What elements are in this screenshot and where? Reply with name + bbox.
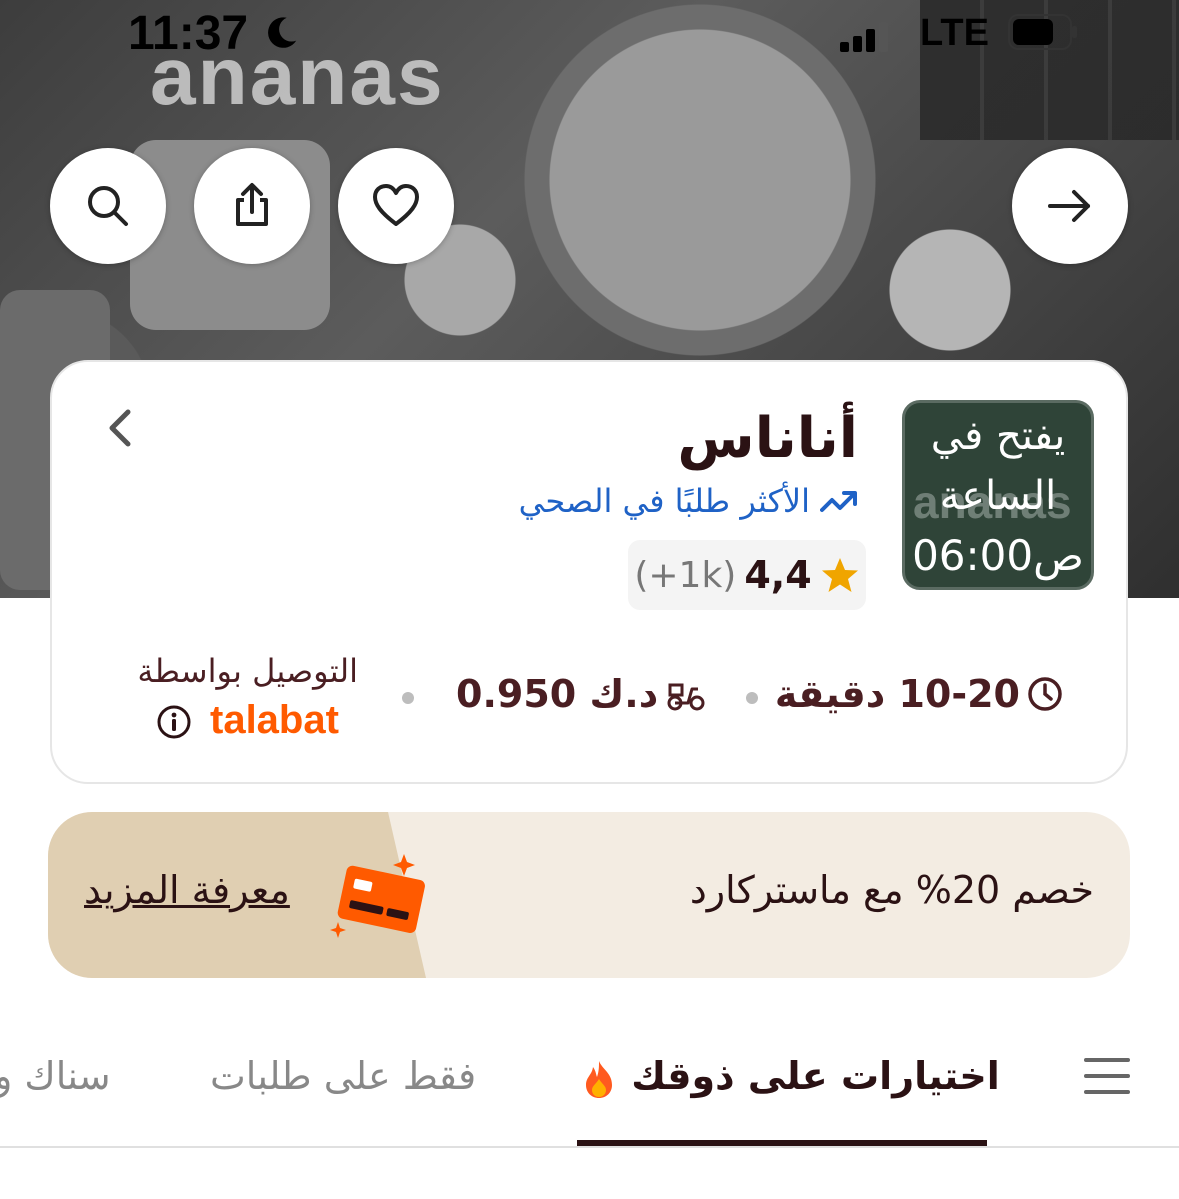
tab-picks-label: اختيارات على ذوقك xyxy=(631,1054,1000,1098)
opens-line-1: يفتح في xyxy=(930,413,1066,459)
menu-icon[interactable] xyxy=(1082,1054,1132,1098)
restaurant-name: أناناس xyxy=(677,406,858,471)
trending-icon xyxy=(820,491,857,512)
tabs-divider xyxy=(0,1146,1179,1148)
delivery-by-label: التوصيل بواسطة xyxy=(137,652,358,690)
opens-time: 06:00ص xyxy=(912,531,1084,580)
promo-banner[interactable]: خصم 20% مع ماستركارد معرفة المزيد xyxy=(48,812,1130,978)
delivery-time-label: 10-20 دقيقة xyxy=(774,672,1020,716)
back-button[interactable] xyxy=(1012,148,1128,264)
rating-badge[interactable]: (+1k) 4,4 xyxy=(628,540,866,610)
info-icon[interactable] xyxy=(156,704,192,740)
share-button[interactable] xyxy=(194,148,310,264)
popular-tag-label: الأكثر طلبًا في الصحي xyxy=(518,482,810,520)
arrow-right-icon xyxy=(1048,190,1090,222)
category-tabs: اختيارات على ذوقك فقط على طلبات سناك و xyxy=(0,1040,1179,1150)
talabat-logo: talabat xyxy=(210,698,339,742)
heart-icon xyxy=(373,184,419,226)
network-label: LTE xyxy=(920,12,989,54)
moon-icon xyxy=(268,17,297,48)
delivery-fee: 0.950 د.ك xyxy=(456,672,706,716)
rating-value: 4,4 xyxy=(744,553,812,597)
search-button[interactable] xyxy=(50,148,166,264)
credit-card-icon xyxy=(330,854,425,938)
opens-line-2: الساعة xyxy=(939,473,1057,519)
scooter-icon xyxy=(667,683,705,711)
star-icon xyxy=(821,558,858,592)
tab-picks-for-you[interactable]: اختيارات على ذوقك xyxy=(580,1054,1000,1099)
restaurant-logo: ananas يفتح في الساعة 06:00ص xyxy=(902,400,1094,590)
learn-more-link[interactable]: معرفة المزيد xyxy=(84,868,290,912)
clock-icon xyxy=(1028,677,1062,711)
restaurant-info-card: ananas يفتح في الساعة 06:00ص أناناس الأك… xyxy=(50,360,1128,784)
signal-icon xyxy=(840,22,888,52)
delivery-fee-label: 0.950 د.ك xyxy=(456,672,659,716)
separator-dot xyxy=(746,692,758,704)
delivery-time: 10-20 دقيقة xyxy=(775,672,1064,716)
popular-tag[interactable]: الأكثر طلبًا في الصحي xyxy=(519,482,858,520)
status-time: 11:37 xyxy=(128,7,249,60)
chevron-left-icon[interactable] xyxy=(100,406,140,450)
promo-text: خصم 20% مع ماستركارد xyxy=(689,868,1094,912)
delivery-meta: 10-20 دقيقة 0.950 د.ك التوصيل بواسطة tal… xyxy=(52,652,1126,742)
status-bar: 11:37 LTE xyxy=(0,0,1179,70)
rating-count: (+1k) xyxy=(634,554,737,596)
tab-talabat-exclusive[interactable]: فقط على طلبات xyxy=(210,1054,476,1098)
favorite-button[interactable] xyxy=(338,148,454,264)
search-icon xyxy=(88,186,128,226)
battery-icon xyxy=(1008,14,1077,50)
fire-icon xyxy=(586,1060,612,1098)
tab-snacks[interactable]: سناك و xyxy=(0,1054,111,1098)
share-icon xyxy=(236,183,268,226)
separator-dot-2 xyxy=(402,692,414,704)
